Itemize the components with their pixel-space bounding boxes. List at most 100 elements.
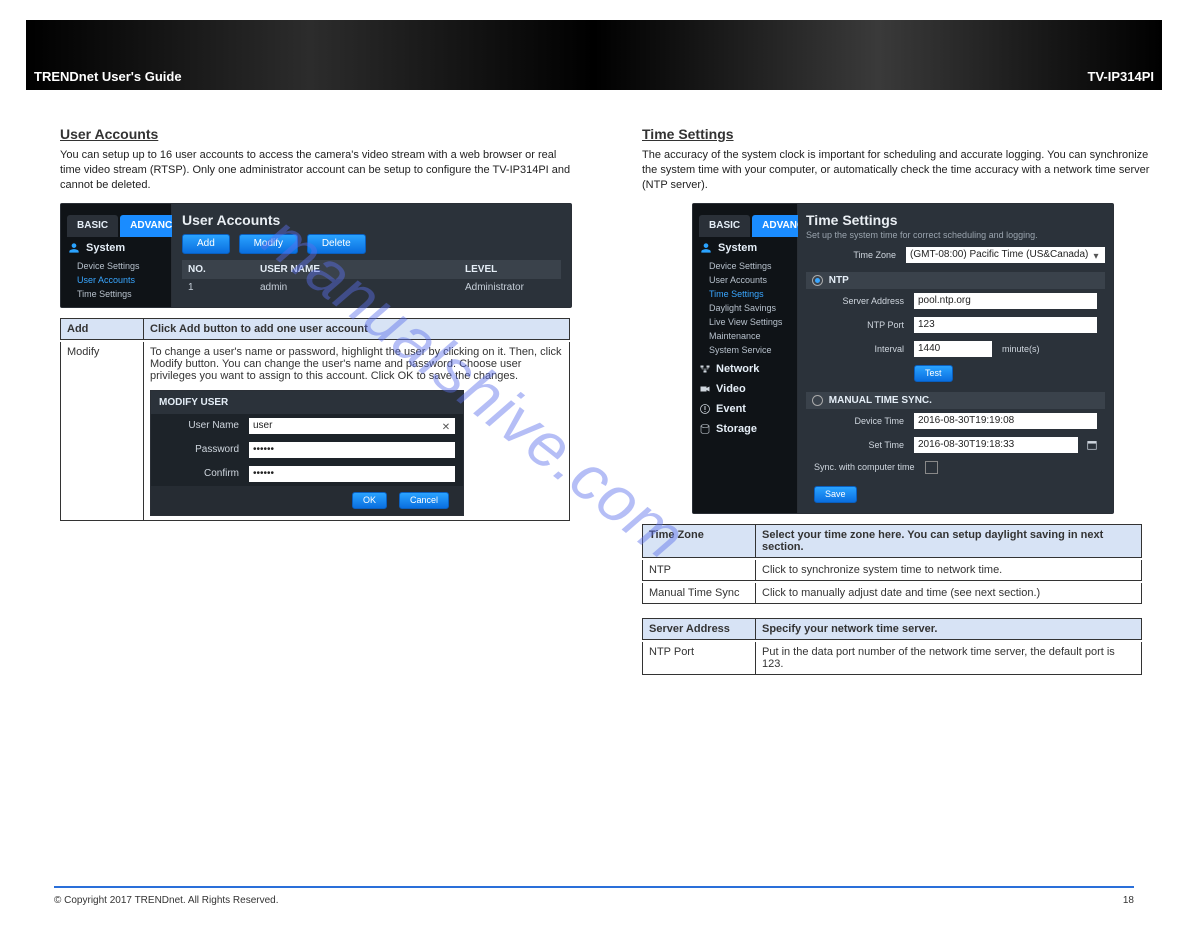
doc-row-modify-desc: To change a user's name or password, hig…: [150, 346, 563, 382]
manual-header: MANUAL TIME SYNC.: [806, 392, 1105, 409]
checkbox-sync[interactable]: [925, 461, 938, 474]
sidebar-item-device-settings-2[interactable]: Device Settings: [693, 259, 797, 273]
section-title-time-settings: Time Settings: [642, 126, 1158, 142]
sidebar-item-device-settings[interactable]: Device Settings: [61, 259, 171, 273]
select-timezone[interactable]: (GMT-08:00) Pacific Time (US&Canada) ▾: [906, 247, 1105, 263]
table-row[interactable]: 1 admin Administrator: [182, 279, 561, 296]
alert-icon: [699, 403, 711, 415]
model-number: TV-IP314PI: [1088, 69, 1154, 84]
tab-basic[interactable]: BASIC: [67, 215, 118, 237]
screenshot-time-settings: BASIC ADVANCED System Device Settings Us…: [692, 203, 1114, 514]
video-icon: [699, 383, 711, 395]
input-username[interactable]: user ✕: [249, 418, 455, 434]
screenshot-modify-user: MODIFY USER User Name user ✕ Password: [150, 390, 464, 516]
ok-button[interactable]: OK: [352, 492, 387, 509]
sidebar-section-video[interactable]: Video: [693, 379, 797, 399]
footer-rule: [54, 886, 1134, 888]
th-no: NO.: [182, 260, 254, 279]
label-server-address: Server Address: [814, 296, 908, 306]
sidebar-network-label: Network: [716, 363, 759, 375]
modify-user-title: MODIFY USER: [151, 391, 463, 414]
input-interval[interactable]: 1440: [914, 341, 992, 357]
section-desc-time-settings: The accuracy of the system clock is impo…: [642, 148, 1158, 193]
label-password: Password: [159, 444, 243, 455]
sidebar-item-daylight[interactable]: Daylight Savings: [693, 301, 797, 315]
doc-head-add-desc: Click Add button to add one user account: [144, 319, 569, 339]
calendar-icon[interactable]: [1087, 440, 1097, 450]
sidebar-item-maintenance[interactable]: Maintenance: [693, 329, 797, 343]
value-timezone: (GMT-08:00) Pacific Time (US&Canada): [910, 249, 1088, 260]
th-username: USER NAME: [254, 260, 459, 279]
sidebar-item-system-service[interactable]: System Service: [693, 343, 797, 357]
label-timezone: Time Zone: [806, 250, 900, 260]
manual-title: TRENDnet User's Guide: [34, 69, 182, 84]
input-password[interactable]: ••••••: [249, 442, 455, 458]
sidebar-section-system-2[interactable]: System: [693, 237, 797, 259]
label-confirm: Confirm: [159, 468, 243, 479]
doc-cell-ntp: NTP: [643, 560, 756, 580]
sidebar-item-liveview[interactable]: Live View Settings: [693, 315, 797, 329]
label-username: User Name: [159, 420, 243, 431]
sidebar-storage-label: Storage: [716, 423, 757, 435]
input-username-value: user: [253, 420, 272, 431]
sidebar-section-network[interactable]: Network: [693, 357, 797, 379]
doc-cell-timezone: Time Zone: [643, 525, 756, 557]
doc-cell-port-desc: Put in the data port number of the netwo…: [756, 642, 1141, 674]
test-button[interactable]: Test: [914, 365, 953, 382]
input-confirm[interactable]: ••••••: [249, 466, 455, 482]
label-interval: Interval: [814, 344, 908, 354]
person-icon: [699, 241, 713, 255]
sidebar-section-system[interactable]: System: [61, 237, 171, 259]
network-icon: [699, 363, 711, 375]
cell-no: 1: [182, 279, 254, 296]
panel-title-user-accounts: User Accounts: [182, 210, 561, 230]
label-interval-unit: minute(s): [1002, 344, 1040, 354]
doc-head-add: Add: [61, 319, 144, 339]
footer-copyright: © Copyright 2017 TRENDnet. All Rights Re…: [54, 895, 279, 906]
modify-button[interactable]: Modify: [239, 234, 298, 254]
sidebar-item-time-settings-2[interactable]: Time Settings: [693, 287, 797, 301]
doc-cell-manual-desc: Click to manually adjust date and time (…: [756, 583, 1141, 603]
storage-icon: [699, 423, 711, 435]
input-ntp-port[interactable]: 123: [914, 317, 1097, 333]
delete-button[interactable]: Delete: [307, 234, 366, 254]
clear-icon[interactable]: ✕: [440, 420, 452, 432]
doc-cell-timezone-desc: Select your time zone here. You can setu…: [756, 525, 1141, 557]
doc-cell-server-desc: Specify your network time server.: [756, 619, 1141, 639]
sidebar-system-label-2: System: [718, 242, 757, 254]
radio-manual[interactable]: [812, 395, 823, 406]
doc-cell-port: NTP Port: [643, 642, 756, 674]
th-level: LEVEL: [459, 260, 561, 279]
add-button[interactable]: Add: [182, 234, 230, 254]
sidebar-video-label: Video: [716, 383, 746, 395]
section-desc-user-accounts: You can setup up to 16 user accounts to …: [60, 148, 576, 193]
input-device-time[interactable]: 2016-08-30T19:19:08: [914, 413, 1097, 429]
cancel-button[interactable]: Cancel: [399, 492, 449, 509]
section-title-user-accounts: User Accounts: [60, 126, 576, 142]
label-ntp-port: NTP Port: [814, 320, 908, 330]
sidebar-system-label: System: [86, 242, 125, 254]
save-button[interactable]: Save: [814, 486, 857, 503]
sidebar-section-storage[interactable]: Storage: [693, 419, 797, 439]
input-server-address[interactable]: pool.ntp.org: [914, 293, 1097, 309]
sidebar-item-user-accounts[interactable]: User Accounts: [61, 273, 171, 287]
header-banner: TRENDnet User's Guide TV-IP314PI: [26, 20, 1162, 90]
radio-ntp[interactable]: [812, 275, 823, 286]
doc-cell-manual: Manual Time Sync: [643, 583, 756, 603]
label-sync-computer: Sync. with computer time: [814, 462, 919, 472]
sidebar-item-time-settings[interactable]: Time Settings: [61, 287, 171, 301]
person-icon: [67, 241, 81, 255]
cell-username: admin: [254, 279, 459, 296]
screenshot-user-accounts: BASIC ADVANCED System Device Settings Us…: [60, 203, 572, 308]
label-set-time: Set Time: [814, 440, 908, 450]
panel-sub-time-settings: Set up the system time for correct sched…: [806, 230, 1105, 244]
chevron-down-icon: ▾: [1090, 249, 1102, 261]
label-device-time: Device Time: [814, 416, 908, 426]
doc-cell-server: Server Address: [643, 619, 756, 639]
input-set-time[interactable]: 2016-08-30T19:18:33: [914, 437, 1078, 453]
page-number: 18: [1123, 895, 1134, 906]
doc-row-modify: Modify: [61, 342, 144, 520]
tab-basic-2[interactable]: BASIC: [699, 215, 750, 237]
sidebar-section-event[interactable]: Event: [693, 399, 797, 419]
sidebar-item-user-accounts-2[interactable]: User Accounts: [693, 273, 797, 287]
